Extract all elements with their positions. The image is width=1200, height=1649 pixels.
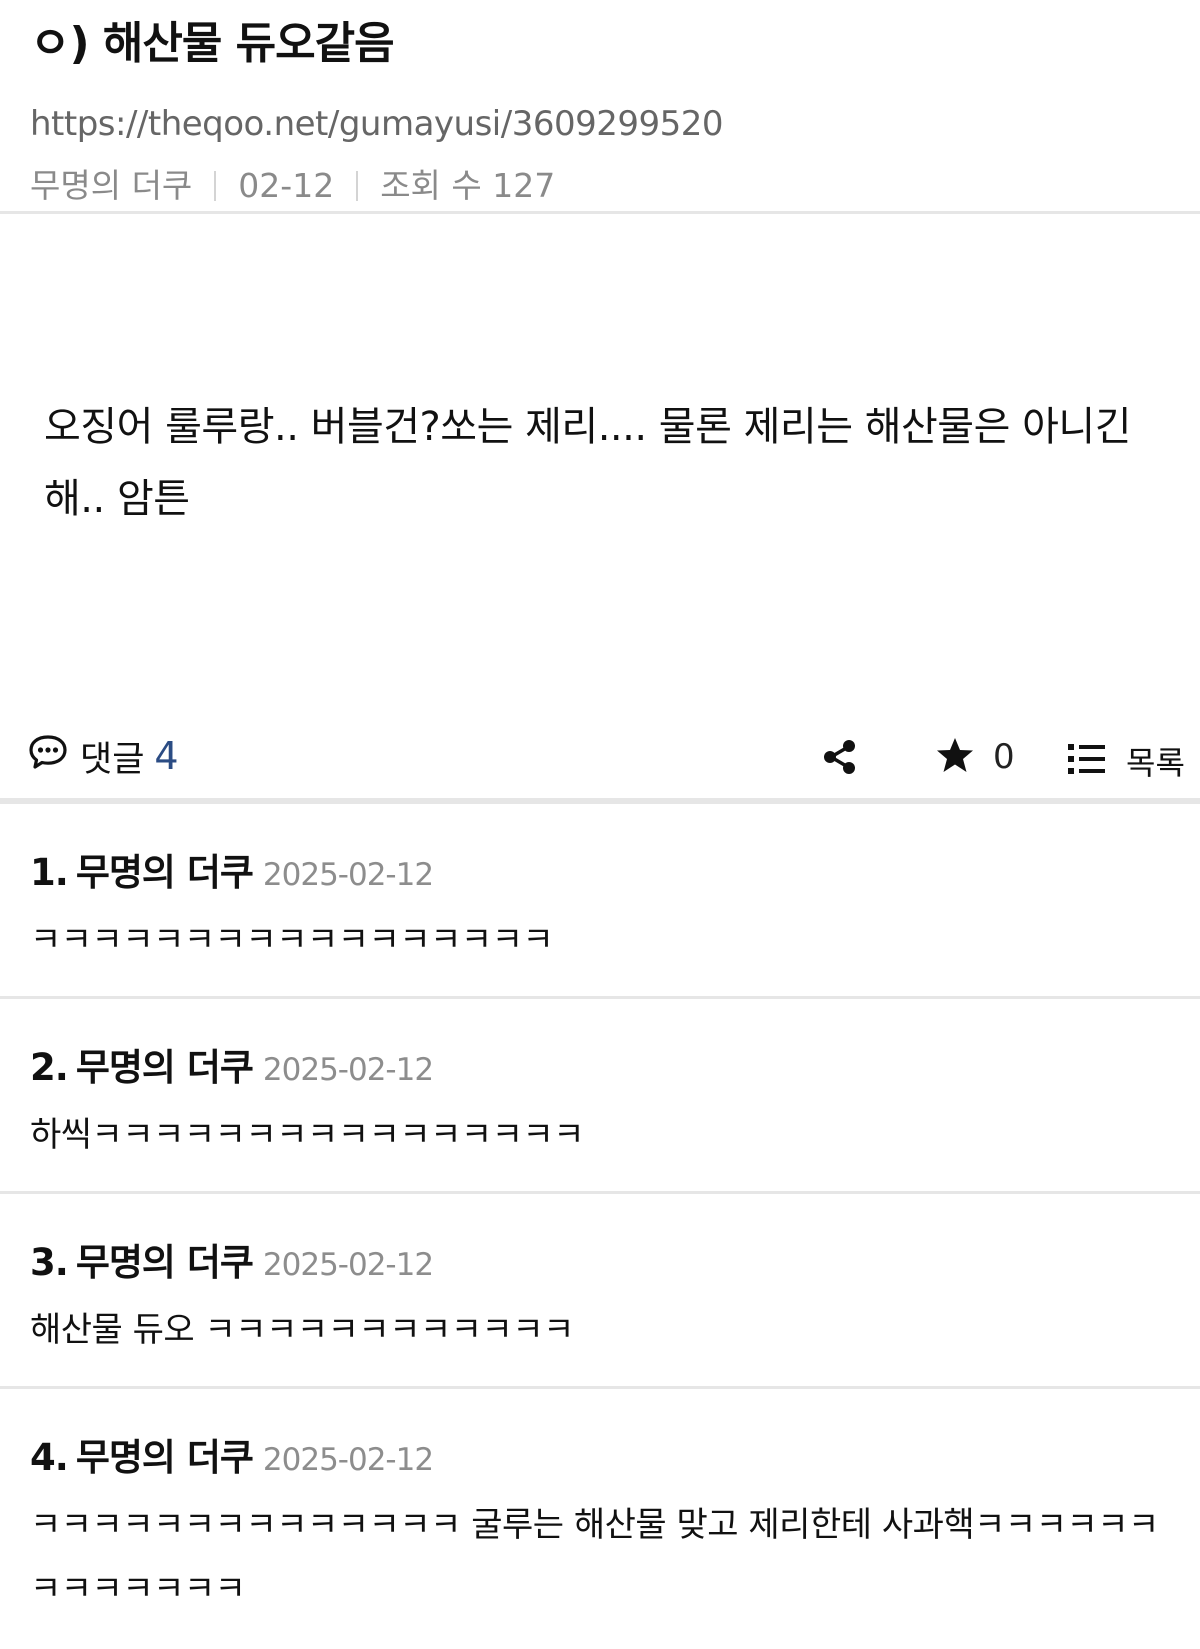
post-views: 조회 수 127 <box>380 166 556 205</box>
post-date: 02-12 <box>238 166 335 205</box>
comment-author: 무명의 더쿠 <box>75 1436 254 1479</box>
comment-number: 4. <box>30 1436 69 1479</box>
post-meta: 무명의 더쿠 02-12 조회 수 127 <box>30 162 1170 210</box>
meta-divider <box>356 171 359 201</box>
comment-number: 1. <box>30 851 69 894</box>
post-author: 무명의 더쿠 <box>30 166 193 205</box>
comment-header: 2. 무명의 더쿠 2025-02-12 <box>30 1037 434 1091</box>
post-body: 오징어 룰루랑.. 버블건?쏘는 제리.... 물론 제리는 해산물은 아니긴해… <box>44 404 1132 522</box>
comments-label: 댓글 <box>80 739 145 780</box>
comment-date: 2025-02-12 <box>262 1247 434 1283</box>
post-content: 오징어 룰루랑.. 버블건?쏘는 제리.... 물론 제리는 해산물은 아니긴해… <box>0 214 1200 714</box>
list-button[interactable]: 목록 <box>1068 738 1185 784</box>
comment-header: 3. 무명의 더쿠 2025-02-12 <box>30 1232 434 1286</box>
comment-author: 무명의 더쿠 <box>75 1046 254 1089</box>
comment-author: 무명의 더쿠 <box>75 851 254 894</box>
comment-date: 2025-02-12 <box>262 857 434 893</box>
share-icon[interactable] <box>822 738 858 780</box>
star-count: 0 <box>993 737 1015 777</box>
comment-icon <box>28 734 68 779</box>
comment-text: 하씩ㅋㅋㅋㅋㅋㅋㅋㅋㅋㅋㅋㅋㅋㅋㅋㅋ <box>30 1115 585 1155</box>
comment-list: 1. 무명의 더쿠 2025-02-12 ㅋㅋㅋㅋㅋㅋㅋㅋㅋㅋㅋㅋㅋㅋㅋㅋㅋ 2… <box>0 804 1200 1649</box>
post-title: ㅇ) 해산물 듀오같음 <box>30 18 395 69</box>
comment-item: 1. 무명의 더쿠 2025-02-12 ㅋㅋㅋㅋㅋㅋㅋㅋㅋㅋㅋㅋㅋㅋㅋㅋㅋ <box>0 804 1200 999</box>
comment-item: 4. 무명의 더쿠 2025-02-12 ㅋㅋㅋㅋㅋㅋㅋㅋㅋㅋㅋㅋㅋㅋ 굴루는 … <box>0 1389 1200 1649</box>
post-header: ㅇ) 해산물 듀오같음 https://theqoo.net/gumayusi/… <box>0 0 1200 214</box>
comment-text: ㅋㅋㅋㅋㅋㅋㅋㅋㅋㅋㅋㅋㅋㅋ 굴루는 해산물 맞고 제리한테 사과핵ㅋㅋㅋㅋㅋㅋ… <box>30 1505 1159 1609</box>
comment-number: 2. <box>30 1046 69 1089</box>
comments-count-button[interactable]: 댓글 4 <box>28 731 179 782</box>
comment-number: 3. <box>30 1241 69 1284</box>
star-icon <box>935 736 975 778</box>
comment-date: 2025-02-12 <box>262 1442 434 1478</box>
comment-header: 4. 무명의 더쿠 2025-02-12 <box>30 1427 434 1481</box>
comment-author: 무명의 더쿠 <box>75 1241 254 1284</box>
comment-text: 해산물 듀오 ㅋㅋㅋㅋㅋㅋㅋㅋㅋㅋㅋㅋ <box>30 1310 574 1350</box>
comment-date: 2025-02-12 <box>262 1052 434 1088</box>
star-button[interactable]: 0 <box>935 736 1015 778</box>
list-icon <box>1068 743 1106 779</box>
comment-text: ㅋㅋㅋㅋㅋㅋㅋㅋㅋㅋㅋㅋㅋㅋㅋㅋㅋ <box>30 920 554 960</box>
comments-number: 4 <box>154 734 179 778</box>
post-actions-bar: 댓글 4 0 목록 <box>0 714 1200 804</box>
post-url[interactable]: https://theqoo.net/gumayusi/3609299520 <box>30 100 1170 148</box>
meta-divider <box>214 171 217 201</box>
comment-item: 3. 무명의 더쿠 2025-02-12 해산물 듀오 ㅋㅋㅋㅋㅋㅋㅋㅋㅋㅋㅋㅋ <box>0 1194 1200 1389</box>
comment-header: 1. 무명의 더쿠 2025-02-12 <box>30 842 434 896</box>
comment-item: 2. 무명의 더쿠 2025-02-12 하씩ㅋㅋㅋㅋㅋㅋㅋㅋㅋㅋㅋㅋㅋㅋㅋㅋ <box>0 999 1200 1194</box>
list-label: 목록 <box>1126 744 1185 782</box>
